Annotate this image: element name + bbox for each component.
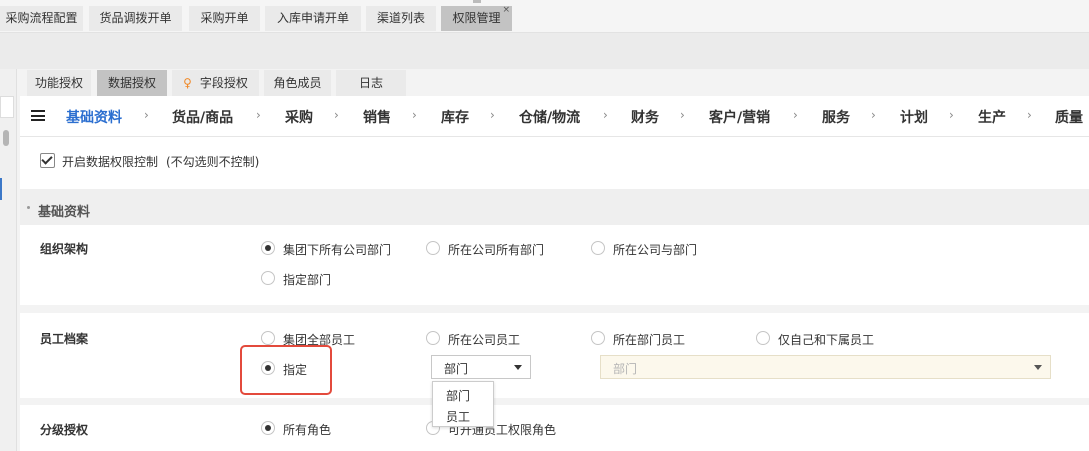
radio-org-company-and-dept[interactable] — [591, 241, 605, 255]
menu-icon[interactable] — [31, 110, 45, 121]
nav-service[interactable]: 服务 — [822, 107, 850, 127]
tab-channel-list[interactable]: 渠道列表 — [366, 6, 436, 31]
nav-customer[interactable]: 客户/营销 — [709, 107, 770, 127]
radio-label: 所在公司所有部门 — [448, 243, 545, 257]
nav-production[interactable]: 生产 — [978, 107, 1006, 127]
tab-label: 角色成员 — [273, 76, 322, 90]
enable-data-permission-checkbox[interactable] — [40, 153, 55, 168]
tab-label: 数据授权 — [107, 76, 156, 90]
nav-quality[interactable]: 质量 — [1055, 107, 1083, 127]
chevron-right-icon: › — [334, 108, 339, 122]
select-value: 部门 — [444, 362, 469, 376]
chevron-right-icon: › — [949, 108, 954, 122]
nav-purchase[interactable]: 采购 — [285, 107, 313, 127]
chevron-right-icon: › — [871, 108, 876, 122]
chevron-right-icon: › — [144, 108, 149, 122]
chevron-right-icon: › — [1027, 108, 1032, 122]
nav-finance[interactable]: 财务 — [631, 107, 659, 127]
left-collapsed-field — [0, 96, 14, 118]
nav-plan[interactable]: 计划 — [900, 107, 928, 127]
section-header: 基础资料 — [20, 189, 1089, 225]
enable-control-hint: (不勾选则不控制) — [166, 155, 260, 169]
radio-label: 所有角色 — [283, 423, 332, 437]
radio-org-company-all-depts[interactable] — [426, 241, 440, 255]
dropdown-option-employee[interactable]: 员工 — [446, 408, 470, 425]
toolbar-area — [0, 33, 1089, 69]
enable-control-panel: 开启数据权限控制 (不勾选则不控制) — [20, 137, 1089, 189]
employee-archive-label: 员工档案 — [40, 332, 89, 346]
tab-field-auth[interactable]: ♀ 字段授权 — [172, 70, 259, 96]
chevron-right-icon: › — [412, 108, 417, 122]
radio-label: 所在公司员工 — [448, 333, 521, 347]
left-panel-strip — [0, 69, 17, 451]
grading-auth-label: 分级授权 — [40, 423, 89, 437]
tab-goods-transfer[interactable]: 货品调拨开单 — [89, 6, 182, 31]
close-icon[interactable]: × — [502, 0, 510, 23]
dropdown-option-department[interactable]: 部门 — [446, 387, 470, 404]
specify-type-select[interactable]: 部门 — [431, 355, 531, 379]
tab-label: 渠道列表 — [376, 11, 425, 25]
module-nav: 基础资料 › 货品/商品 › 采购 › 销售 › 库存 › 仓储/物流 › 财务… — [20, 96, 1089, 139]
select-placeholder: 部门 — [613, 362, 638, 376]
grading-auth-panel: 分级授权 所有角色 可开通员工权限角色 — [20, 405, 1089, 451]
nav-warehouse[interactable]: 仓储/物流 — [519, 107, 580, 127]
org-structure-panel: 组织架构 集团下所有公司部门 所在公司所有部门 所在公司与部门 指定部门 — [20, 225, 1089, 305]
radio-label: 所在公司与部门 — [613, 243, 698, 257]
chevron-right-icon: › — [793, 108, 798, 122]
nav-inventory[interactable]: 库存 — [441, 107, 469, 127]
org-structure-label: 组织架构 — [40, 242, 89, 256]
radio-label: 所在部门员工 — [613, 333, 686, 347]
chevron-right-icon: › — [680, 108, 685, 122]
radio-label: 仅自己和下属员工 — [778, 333, 875, 347]
tab-label: 日志 — [358, 76, 383, 90]
tab-label: 入库申请开单 — [276, 11, 349, 25]
tab-role-members[interactable]: 角色成员 — [264, 70, 331, 96]
chevron-right-icon: › — [256, 108, 261, 122]
nav-goods[interactable]: 货品/商品 — [172, 107, 233, 127]
tab-label: 权限管理 — [452, 11, 501, 25]
radio-org-specified-dept[interactable] — [261, 271, 275, 285]
tab-function-auth[interactable]: 功能授权 — [27, 70, 91, 96]
specify-type-dropdown: 部门 员工 — [432, 381, 494, 427]
caret-down-icon — [514, 365, 522, 370]
radio-emp-company[interactable] — [426, 331, 440, 345]
chevron-right-icon: › — [490, 108, 495, 122]
nav-basic-data[interactable]: 基础资料 — [66, 107, 122, 139]
tab-purchase-flow-config[interactable]: 采购流程配置 — [0, 6, 83, 31]
tab-permission-management[interactable]: 权限管理 × — [441, 5, 512, 31]
tab-label: 功能授权 — [34, 76, 83, 90]
radio-label: 集团下所有公司部门 — [283, 243, 392, 257]
chevron-right-icon: › — [603, 108, 608, 122]
top-tab-bar: 采购流程配置 货品调拨开单 采购开单 入库申请开单 渠道列表 权限管理 × — [0, 0, 1089, 33]
employee-archive-panel: 员工档案 集团全部员工 所在公司员工 所在部门员工 仅自己和下属员工 指定 部门… — [20, 313, 1089, 398]
nav-sales[interactable]: 销售 — [363, 107, 391, 127]
radio-emp-self-subordinates[interactable] — [756, 331, 770, 345]
tab-log[interactable]: 日志 — [336, 70, 406, 96]
tab-purchase-order[interactable]: 采购开单 — [189, 6, 260, 31]
radio-emp-department[interactable] — [591, 331, 605, 345]
highlight-box — [240, 345, 332, 395]
left-selection-marker — [0, 178, 2, 200]
caret-down-icon — [1034, 365, 1042, 370]
tab-data-auth[interactable]: 数据授权 — [97, 70, 167, 96]
tab-inbound-request[interactable]: 入库申请开单 — [265, 6, 361, 31]
specify-value-select[interactable]: 部门 — [600, 355, 1051, 379]
top-handle — [473, 0, 481, 3]
bullet-icon — [27, 206, 30, 209]
radio-grading-all-roles[interactable] — [261, 421, 275, 435]
section-title: 基础资料 — [38, 205, 91, 220]
radio-label: 指定部门 — [283, 273, 332, 287]
lightbulb-icon: ♀ — [183, 76, 192, 90]
tab-label: 采购开单 — [200, 11, 249, 25]
radio-emp-all-group[interactable] — [261, 331, 275, 345]
tab-label: 货品调拨开单 — [99, 11, 172, 25]
scrollbar-thumb[interactable] — [3, 130, 9, 146]
enable-control-label: 开启数据权限控制 — [62, 155, 159, 169]
radio-org-all-group-depts[interactable] — [261, 241, 275, 255]
tab-label: 字段授权 — [199, 76, 248, 90]
tab-label: 采购流程配置 — [5, 11, 78, 25]
